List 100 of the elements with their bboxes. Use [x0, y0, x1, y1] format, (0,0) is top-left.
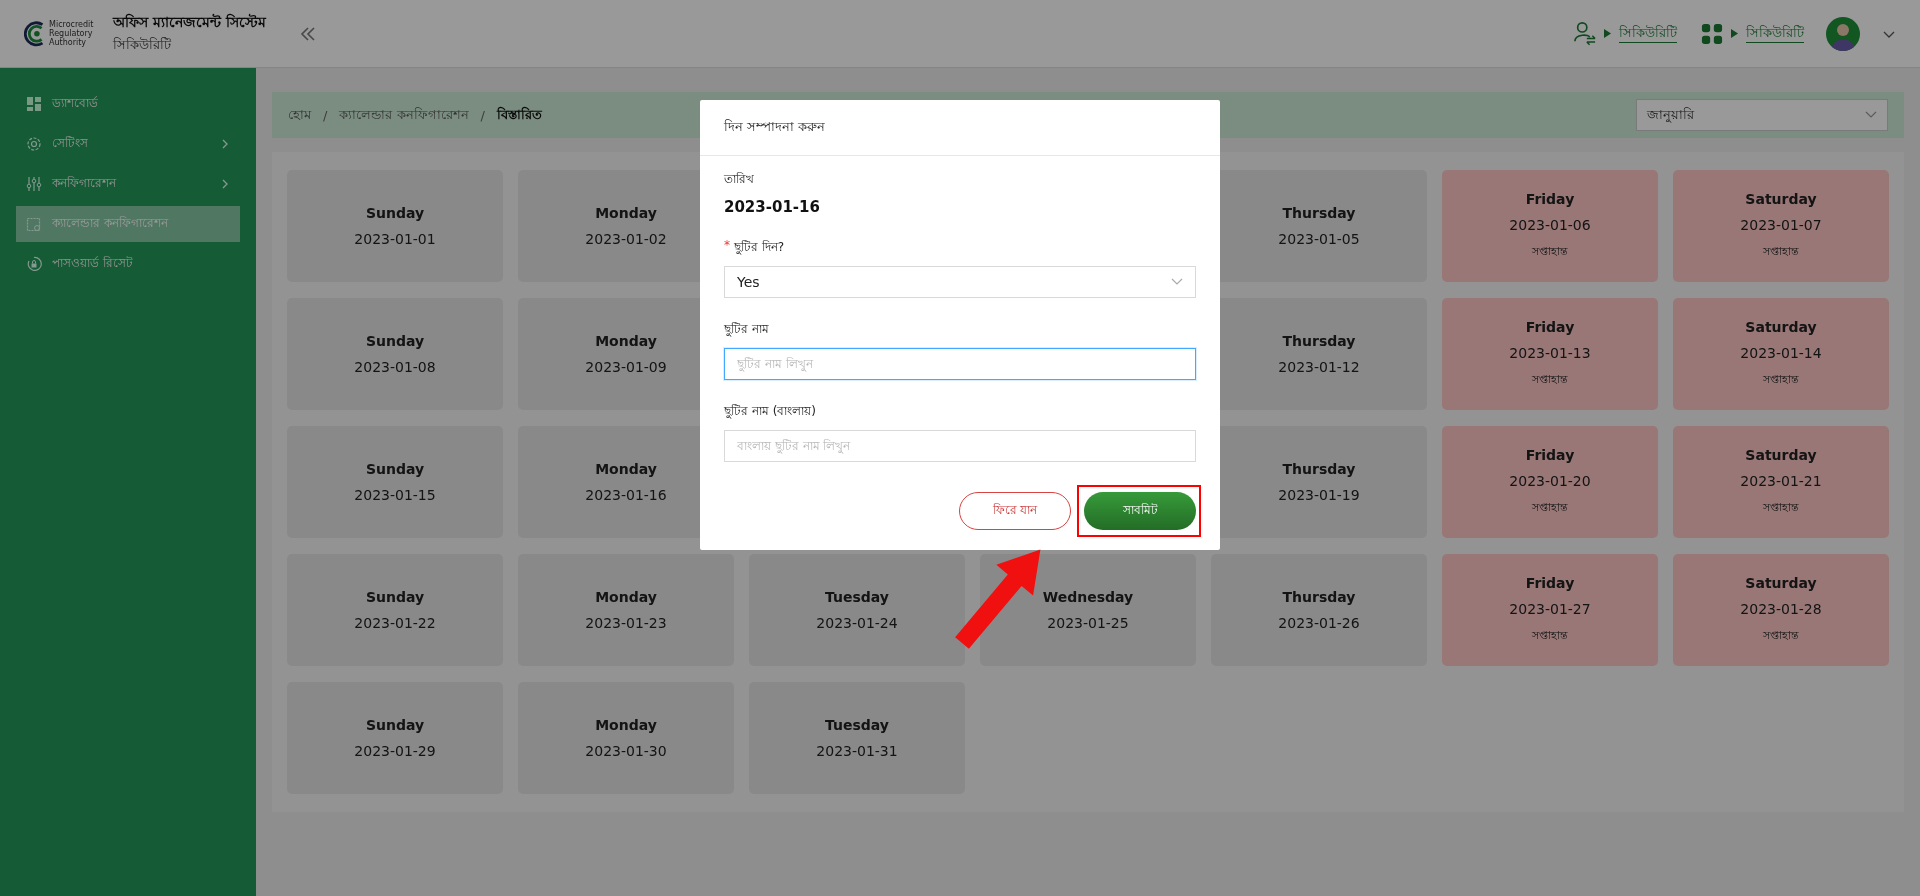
day-card[interactable]: Saturday 2023-01-14 সপ্তাহান্ত	[1673, 298, 1889, 410]
weekend-label: সপ্তাহান্ত	[1532, 371, 1568, 388]
breadcrumb-link[interactable]: সিকিউরিটি	[1746, 23, 1804, 44]
weekday-label: Monday	[595, 333, 657, 349]
weekend-label: সপ্তাহান্ত	[1763, 371, 1799, 388]
date-label: 2023-01-01	[354, 231, 436, 247]
date-label: 2023-01-07	[1740, 216, 1822, 233]
date-label: 2023-01-09	[585, 359, 667, 375]
day-card[interactable]: Thursday 2023-01-26	[1211, 554, 1427, 666]
input-field[interactable]: ছুটির নাম লিখুন	[724, 348, 1196, 380]
weekday-label: Thursday	[1282, 589, 1356, 605]
dashboard-icon	[26, 96, 42, 112]
logo-text-line: Regulatory	[49, 29, 94, 38]
chevron-down-icon	[1171, 278, 1183, 286]
date-label: 2023-01-26	[1278, 615, 1360, 631]
weekday-label: Wednesday	[1042, 589, 1134, 605]
day-card[interactable]: Tuesday 2023-01-31	[749, 682, 965, 794]
weekday-label: Thursday	[1282, 205, 1356, 221]
submit-button[interactable]: সাবমিট	[1084, 492, 1196, 530]
weekend-label: সপ্তাহান্ত	[1532, 627, 1568, 644]
sidebar-item[interactable]: পাসওয়ার্ড রিসেট	[16, 246, 240, 282]
day-card[interactable]: Friday 2023-01-13 সপ্তাহান্ত	[1442, 298, 1658, 410]
weekday-label: Sunday	[365, 333, 425, 349]
date-label: 2023-01-25	[1047, 615, 1129, 631]
date-label: 2023-01-24	[816, 615, 898, 631]
sidebar-item[interactable]: সেটিংস	[16, 126, 240, 162]
date-label: 2023-01-22	[354, 615, 436, 631]
day-card[interactable]: Sunday 2023-01-08	[287, 298, 503, 410]
date-label: 2023-01-12	[1278, 359, 1360, 375]
day-card[interactable]: Sunday 2023-01-22	[287, 554, 503, 666]
sidebar-item[interactable]: ড্যাশবোর্ড	[16, 86, 240, 122]
day-card[interactable]: Sunday 2023-01-15	[287, 426, 503, 538]
breadcrumb-link[interactable]: হোম	[288, 104, 311, 126]
date-label: 2023-01-16	[585, 487, 667, 503]
weekday-label: Monday	[595, 205, 657, 221]
day-card[interactable]: Monday 2023-01-23	[518, 554, 734, 666]
day-card[interactable]: Tuesday 2023-01-24	[749, 554, 965, 666]
sidebar-label: পাসওয়ার্ড রিসেট	[52, 255, 133, 272]
chevron-right-icon	[220, 178, 230, 190]
breadcrumb-separator: /	[323, 107, 328, 123]
chevron-down-icon	[1865, 111, 1877, 119]
day-card[interactable]: Saturday 2023-01-07 সপ্তাহান্ত	[1673, 170, 1889, 282]
date-label: 2023-01-31	[816, 743, 898, 759]
day-card[interactable]: Wednesday 2023-01-25	[980, 554, 1196, 666]
date-label: 2023-01-08	[354, 359, 436, 375]
date-label: 2023-01-21	[1740, 472, 1822, 489]
caret-icon	[1604, 29, 1611, 38]
month-select[interactable]: জানুয়ারি	[1636, 99, 1888, 131]
caret-icon	[1731, 29, 1738, 38]
date-label: 2023-01-05	[1278, 231, 1360, 247]
date-label: 2023-01-19	[1278, 487, 1360, 503]
weekday-label: Sunday	[365, 205, 425, 221]
breadcrumb-current: বিস্তারিত	[496, 105, 542, 124]
day-card[interactable]: Saturday 2023-01-21 সপ্তাহান্ত	[1673, 426, 1889, 538]
avatar-icon[interactable]	[1826, 16, 1860, 51]
breadcrumb-link[interactable]: ক্যালেন্ডার কনফিগারেশন	[339, 104, 469, 126]
day-card[interactable]: Sunday 2023-01-29	[287, 682, 503, 794]
weekday-label: Saturday	[1745, 318, 1817, 335]
date-label: 2023-01-27	[1509, 600, 1591, 617]
weekend-label: সপ্তাহান্ত	[1763, 499, 1799, 516]
weekday-label: Saturday	[1745, 446, 1817, 463]
user-switch-icon[interactable]	[1574, 21, 1596, 46]
sidebar-label: সেটিংস	[52, 135, 88, 152]
date-label: 2023-01-28	[1740, 600, 1822, 617]
input-field[interactable]: বাংলায় ছুটির নাম লিখুন	[724, 430, 1196, 462]
day-card[interactable]: Friday 2023-01-06 সপ্তাহান্ত	[1442, 170, 1658, 282]
grid-icon[interactable]	[1701, 22, 1723, 45]
weekday-label: Monday	[595, 589, 657, 605]
weekend-label: সপ্তাহান্ত	[1763, 627, 1799, 644]
day-card[interactable]: Sunday 2023-01-01	[287, 170, 503, 282]
day-card[interactable]: Monday 2023-01-30	[518, 682, 734, 794]
app-subtitle: সিকিউরিটি	[113, 36, 173, 54]
sidebar-label: ক্যালেন্ডার কনফিগারেশন	[52, 215, 168, 232]
day-card[interactable]: Saturday 2023-01-28 সপ্তাহান্ত	[1673, 554, 1889, 666]
back-button[interactable]: ফিরে যান	[959, 492, 1071, 530]
day-card[interactable]: Friday 2023-01-27 সপ্তাহান্ত	[1442, 554, 1658, 666]
weekday-label: Friday	[1525, 446, 1575, 463]
logo-text-line: Microcredit	[49, 20, 94, 29]
weekend-label: সপ্তাহান্ত	[1532, 499, 1568, 516]
chevron-right-icon	[220, 138, 230, 150]
day-card[interactable]: Friday 2023-01-20 সপ্তাহান্ত	[1442, 426, 1658, 538]
date-label: 2023-01-20	[1509, 472, 1591, 489]
double-chevron-icon[interactable]	[300, 26, 317, 41]
weekend-label: সপ্তাহান্ত	[1763, 243, 1799, 260]
weekday-label: Thursday	[1282, 461, 1356, 477]
sidebar-label: কনফিগারেশন	[52, 175, 116, 192]
required-mark: *	[724, 238, 730, 254]
breadcrumb-link[interactable]: সিকিউরিটি	[1619, 23, 1677, 44]
breadcrumb-separator: /	[480, 107, 485, 123]
date-label: 2023-01-30	[585, 743, 667, 759]
date-label: 2023-01-02	[585, 231, 667, 247]
weekday-label: Sunday	[365, 589, 425, 605]
app-title: অফিস ম্যানেজমেন্ট সিস্টেম	[113, 12, 267, 32]
dialog-title: দিন সম্পাদনা করুন	[724, 118, 826, 136]
sliders-icon	[26, 176, 42, 192]
holiday-select[interactable]: Yes	[724, 266, 1196, 298]
weekday-label: Tuesday	[825, 717, 889, 733]
date-label: 2023-01-14	[1740, 344, 1822, 361]
date-label: 2023-01-06	[1509, 216, 1591, 233]
calendar-icon	[26, 216, 42, 232]
